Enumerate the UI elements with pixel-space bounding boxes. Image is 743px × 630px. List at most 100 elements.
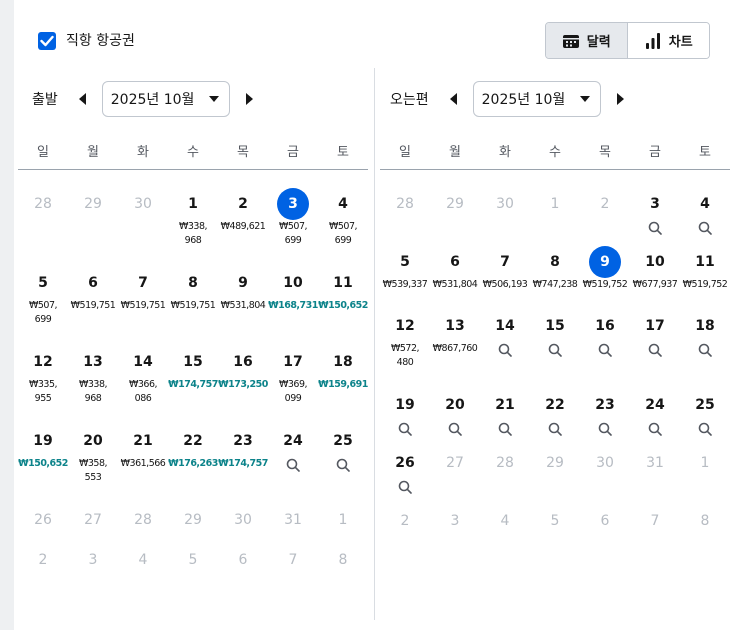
departure-day-number: 3 bbox=[88, 552, 98, 568]
return-day-cell: 4 bbox=[480, 505, 530, 545]
departure-day-cell: 28 bbox=[118, 504, 168, 544]
return-day-number: 1 bbox=[700, 455, 710, 471]
departure-day-cell[interactable]: 24 bbox=[268, 425, 318, 504]
search-icon[interactable] bbox=[286, 457, 300, 476]
departure-day-cell[interactable]: 7 ₩519,751 bbox=[118, 267, 168, 346]
return-day-cell[interactable]: 16 bbox=[580, 310, 630, 389]
search-icon[interactable] bbox=[598, 342, 612, 361]
departure-day-cell[interactable]: 9 ₩531,804 bbox=[218, 267, 268, 346]
return-day-cell[interactable]: 7 ₩506,193 bbox=[480, 246, 530, 310]
departure-day-cell[interactable]: 21 ₩361,566 bbox=[118, 425, 168, 504]
departure-day-cell[interactable]: 23 ₩174,757 bbox=[218, 425, 268, 504]
return-day-number: 3 bbox=[450, 513, 460, 529]
return-day-cell[interactable]: 8 ₩747,238 bbox=[530, 246, 580, 310]
return-day-cell[interactable]: 13 ₩867,760 bbox=[430, 310, 480, 389]
return-day-cell[interactable]: 6 ₩531,804 bbox=[430, 246, 480, 310]
return-day-cell[interactable]: 4 bbox=[680, 188, 730, 246]
departure-header: 출발 2025년 10월 bbox=[32, 81, 260, 117]
departure-day-cell[interactable]: 19 ₩150,652 bbox=[18, 425, 68, 504]
departure-day-cell[interactable]: 13 ₩338, 968 bbox=[68, 346, 118, 425]
return-day-cell[interactable]: 5 ₩539,337 bbox=[380, 246, 430, 310]
departure-day-cell: 26 bbox=[18, 504, 68, 544]
search-icon[interactable] bbox=[698, 342, 712, 361]
search-icon[interactable] bbox=[698, 421, 712, 440]
departure-day-cell[interactable]: 3 ₩507, 699 bbox=[268, 188, 318, 267]
departure-day-cell[interactable]: 17 ₩369, 099 bbox=[268, 346, 318, 425]
return-day-cell[interactable]: 26 bbox=[380, 447, 430, 505]
departure-day-cell[interactable]: 2 ₩489,621 bbox=[218, 188, 268, 267]
return-day-cell[interactable]: 14 bbox=[480, 310, 530, 389]
departure-day-number: 15 bbox=[183, 354, 203, 370]
departure-month-select[interactable]: 2025년 10월 bbox=[101, 81, 230, 117]
departure-day-cell[interactable]: 5 ₩507, 699 bbox=[18, 267, 68, 346]
departure-day-cell: 5 bbox=[168, 544, 218, 584]
departure-day-cell[interactable]: 12 ₩335, 955 bbox=[18, 346, 68, 425]
departure-weekday: 금 bbox=[287, 145, 299, 160]
return-month-select[interactable]: 2025년 10월 bbox=[472, 81, 601, 117]
departure-day-cell[interactable]: 11 ₩150,652 bbox=[318, 267, 368, 346]
search-icon[interactable] bbox=[648, 421, 662, 440]
departure-week-row: 19 ₩150,652 20 ₩358, 553 21 ₩361,566 22 ₩176,26… bbox=[18, 425, 368, 504]
return-weekday: 토 bbox=[699, 145, 711, 160]
return-day-cell[interactable]: 15 bbox=[530, 310, 580, 389]
return-day-cell[interactable]: 18 bbox=[680, 310, 730, 389]
return-day-cell[interactable]: 9 ₩519,752 bbox=[580, 246, 630, 310]
departure-day-cell[interactable]: 8 ₩519,751 bbox=[168, 267, 218, 346]
return-day-cell: 2 bbox=[380, 505, 430, 545]
departure-day-number: 19 bbox=[33, 433, 53, 449]
return-week-row: 26 27 28 29 30 31 1 bbox=[380, 447, 730, 505]
search-icon[interactable] bbox=[498, 421, 512, 440]
departure-day-number: 4 bbox=[338, 196, 348, 212]
departure-day-cell[interactable]: 10 ₩168,731 bbox=[268, 267, 318, 346]
search-icon[interactable] bbox=[598, 421, 612, 440]
departure-day-price: ₩369, 099 bbox=[278, 379, 308, 404]
return-day-cell[interactable]: 21 bbox=[480, 389, 530, 447]
search-icon[interactable] bbox=[498, 342, 512, 361]
departure-day-cell[interactable]: 14 ₩366, 086 bbox=[118, 346, 168, 425]
return-day-cell[interactable]: 3 bbox=[630, 188, 680, 246]
departure-day-number: 11 bbox=[333, 275, 353, 291]
search-icon[interactable] bbox=[648, 220, 662, 239]
departure-day-cell[interactable]: 22 ₩176,263 bbox=[168, 425, 218, 504]
departure-day-cell[interactable]: 16 ₩173,250 bbox=[218, 346, 268, 425]
departure-day-cell[interactable]: 6 ₩519,751 bbox=[68, 267, 118, 346]
return-day-cell[interactable]: 24 bbox=[630, 389, 680, 447]
departure-day-number: 29 bbox=[184, 512, 202, 528]
departure-day-cell[interactable]: 1 ₩338, 968 bbox=[168, 188, 218, 267]
departure-label: 출발 bbox=[32, 92, 58, 108]
departure-cheap-price: ₩159,691 bbox=[318, 379, 368, 390]
departure-day-number: 6 bbox=[238, 552, 248, 568]
search-icon[interactable] bbox=[398, 479, 412, 498]
search-icon[interactable] bbox=[698, 220, 712, 239]
departure-day-number: 7 bbox=[138, 275, 148, 291]
departure-day-cell[interactable]: 25 bbox=[318, 425, 368, 504]
departure-day-cell[interactable]: 4 ₩507, 699 bbox=[318, 188, 368, 267]
search-icon[interactable] bbox=[548, 421, 562, 440]
search-icon[interactable] bbox=[548, 342, 562, 361]
departure-day-number: 5 bbox=[38, 275, 48, 291]
departure-day-number: 1 bbox=[338, 512, 348, 528]
search-icon[interactable] bbox=[448, 421, 462, 440]
return-day-cell[interactable]: 19 bbox=[380, 389, 430, 447]
return-day-cell[interactable]: 17 bbox=[630, 310, 680, 389]
return-day-cell[interactable]: 20 bbox=[430, 389, 480, 447]
search-icon[interactable] bbox=[398, 421, 412, 440]
departure-day-cell[interactable]: 15 ₩174,757 bbox=[168, 346, 218, 425]
return-day-cell[interactable]: 11 ₩519,752 bbox=[680, 246, 730, 310]
search-icon[interactable] bbox=[336, 457, 350, 476]
return-day-number: 7 bbox=[650, 513, 660, 529]
departure-day-cell[interactable]: 20 ₩358, 553 bbox=[68, 425, 118, 504]
return-prev-month-button[interactable] bbox=[443, 89, 463, 109]
departure-day-cell: 31 bbox=[268, 504, 318, 544]
return-day-cell[interactable]: 10 ₩677,937 bbox=[630, 246, 680, 310]
return-next-month-button[interactable] bbox=[611, 89, 631, 109]
return-day-cell[interactable]: 25 bbox=[680, 389, 730, 447]
departure-prev-month-button[interactable] bbox=[72, 89, 92, 109]
departure-day-cell[interactable]: 18 ₩159,691 bbox=[318, 346, 368, 425]
return-day-number: 19 bbox=[395, 397, 415, 413]
search-icon[interactable] bbox=[648, 342, 662, 361]
departure-next-month-button[interactable] bbox=[240, 89, 260, 109]
return-day-cell[interactable]: 23 bbox=[580, 389, 630, 447]
return-day-cell[interactable]: 12 ₩572, 480 bbox=[380, 310, 430, 389]
return-day-cell[interactable]: 22 bbox=[530, 389, 580, 447]
